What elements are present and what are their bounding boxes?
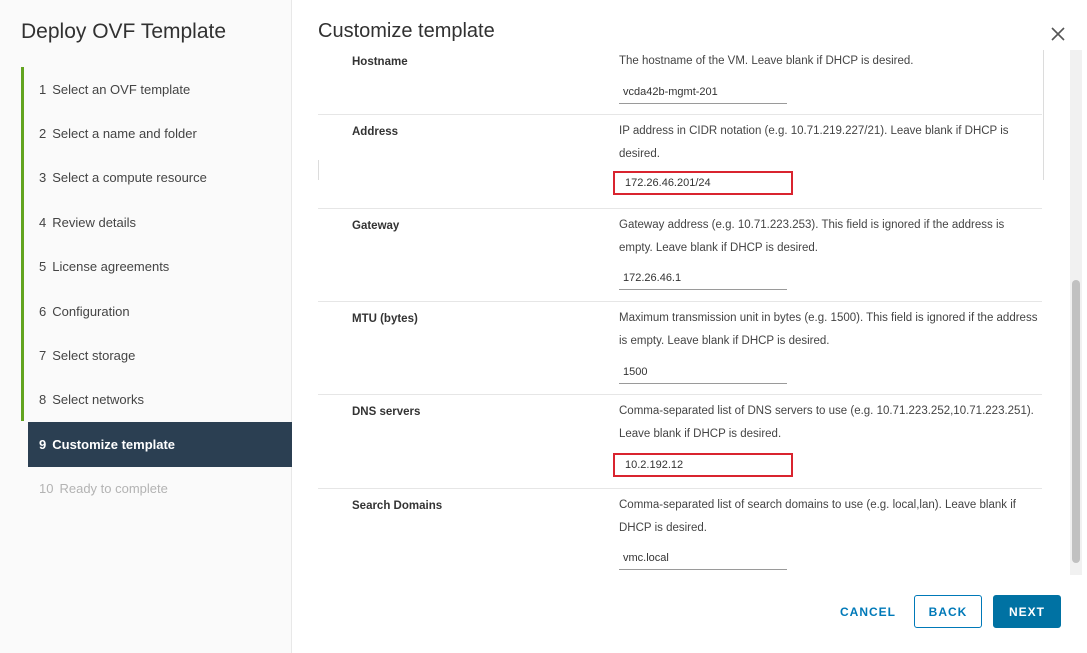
step-number: 8 [39,392,47,408]
step-label: Configuration [52,303,130,319]
step-9-active[interactable]: 9 Customize template [28,422,292,467]
next-button[interactable]: NEXT [993,595,1061,628]
gateway-description: Gateway address (e.g. 10.71.223.253). Th… [619,219,1005,254]
gateway-input[interactable] [619,266,787,290]
inner-scroll-border-left [318,160,319,180]
inner-scroll-border [1043,50,1044,180]
step-number: 9 [39,436,47,452]
step-label: License agreements [52,259,170,275]
step-2[interactable]: 2 Select a name and folder [0,111,292,155]
mtu-label: MTU (bytes) [352,313,418,325]
step-number: 5 [39,259,47,275]
search-domains-label: Search Domains [352,500,443,512]
hostname-description: The hostname of the VM. Leave blank if D… [619,55,914,67]
gateway-label: Gateway [352,220,400,232]
close-button[interactable] [1046,22,1070,46]
step-label: Customize template [52,436,176,452]
step-5[interactable]: 5 License agreements [0,245,292,289]
form-row-gateway: Gateway Gateway address (e.g. 10.71.223.… [318,209,1042,302]
step-list: 1 Select an OVF template 2 Select a name a… [0,67,292,511]
cancel-button[interactable]: CANCEL [833,595,903,628]
step-label: Select storage [52,348,136,364]
step-number: 1 [39,81,47,97]
form-row-search-domains: Search Domains Comma-separated list of s… [318,489,1042,575]
hostname-label: Hostname [352,56,408,68]
step-number: 2 [39,126,47,142]
step-8[interactable]: 8 Select networks [0,378,292,422]
dns-input[interactable] [613,453,793,477]
step-label: Select networks [52,392,144,408]
step-7[interactable]: 7 Select storage [0,333,292,377]
address-input[interactable] [613,171,793,195]
hostname-input[interactable] [619,80,787,104]
scrollbar-thumb[interactable] [1072,280,1080,563]
step-label: Select an OVF template [52,81,191,97]
address-label: Address [352,126,399,138]
search-domains-description: Comma-separated list of search domains t… [619,499,1016,534]
mtu-description: Maximum transmission unit in bytes (e.g.… [619,312,1038,347]
dns-label: DNS servers [352,406,421,418]
step-number: 4 [39,214,47,230]
back-button[interactable]: BACK [914,595,982,628]
step-3[interactable]: 3 Select a compute resource [0,156,292,200]
step-number: 3 [39,170,47,186]
step-label: Ready to complete [59,481,168,497]
form-row-dns: DNS servers Comma-separated list of DNS … [318,395,1042,489]
wizard-title: Deploy OVF Template [21,20,227,43]
close-icon [1051,27,1065,41]
step-10: 10 Ready to complete [0,467,292,511]
page-title: Customize template [318,20,495,42]
customize-form: Hostname The hostname of the VM. Leave b… [318,50,1054,575]
form-row-mtu: MTU (bytes) Maximum transmission unit in… [318,302,1042,395]
step-1[interactable]: 1 Select an OVF template [0,67,292,111]
dns-description: Comma-separated list of DNS servers to u… [619,405,1034,440]
form-row-address: Address IP address in CIDR notation (e.g… [318,115,1042,209]
step-label: Select a name and folder [52,126,197,142]
step-number: 6 [39,303,47,319]
wizard-steps-panel: Deploy OVF Template 1 Select an OVF templ… [0,0,292,653]
form-row-hostname: Hostname The hostname of the VM. Leave b… [318,50,1042,115]
step-number: 10 [39,481,54,497]
step-4[interactable]: 4 Review details [0,200,292,244]
search-domains-input[interactable] [619,546,787,570]
address-description: IP address in CIDR notation (e.g. 10.71.… [619,125,1009,160]
mtu-input[interactable] [619,360,787,384]
step-6[interactable]: 6 Configuration [0,289,292,333]
step-number: 7 [39,348,47,364]
step-label: Select a compute resource [52,170,207,186]
step-label: Review details [52,214,137,230]
